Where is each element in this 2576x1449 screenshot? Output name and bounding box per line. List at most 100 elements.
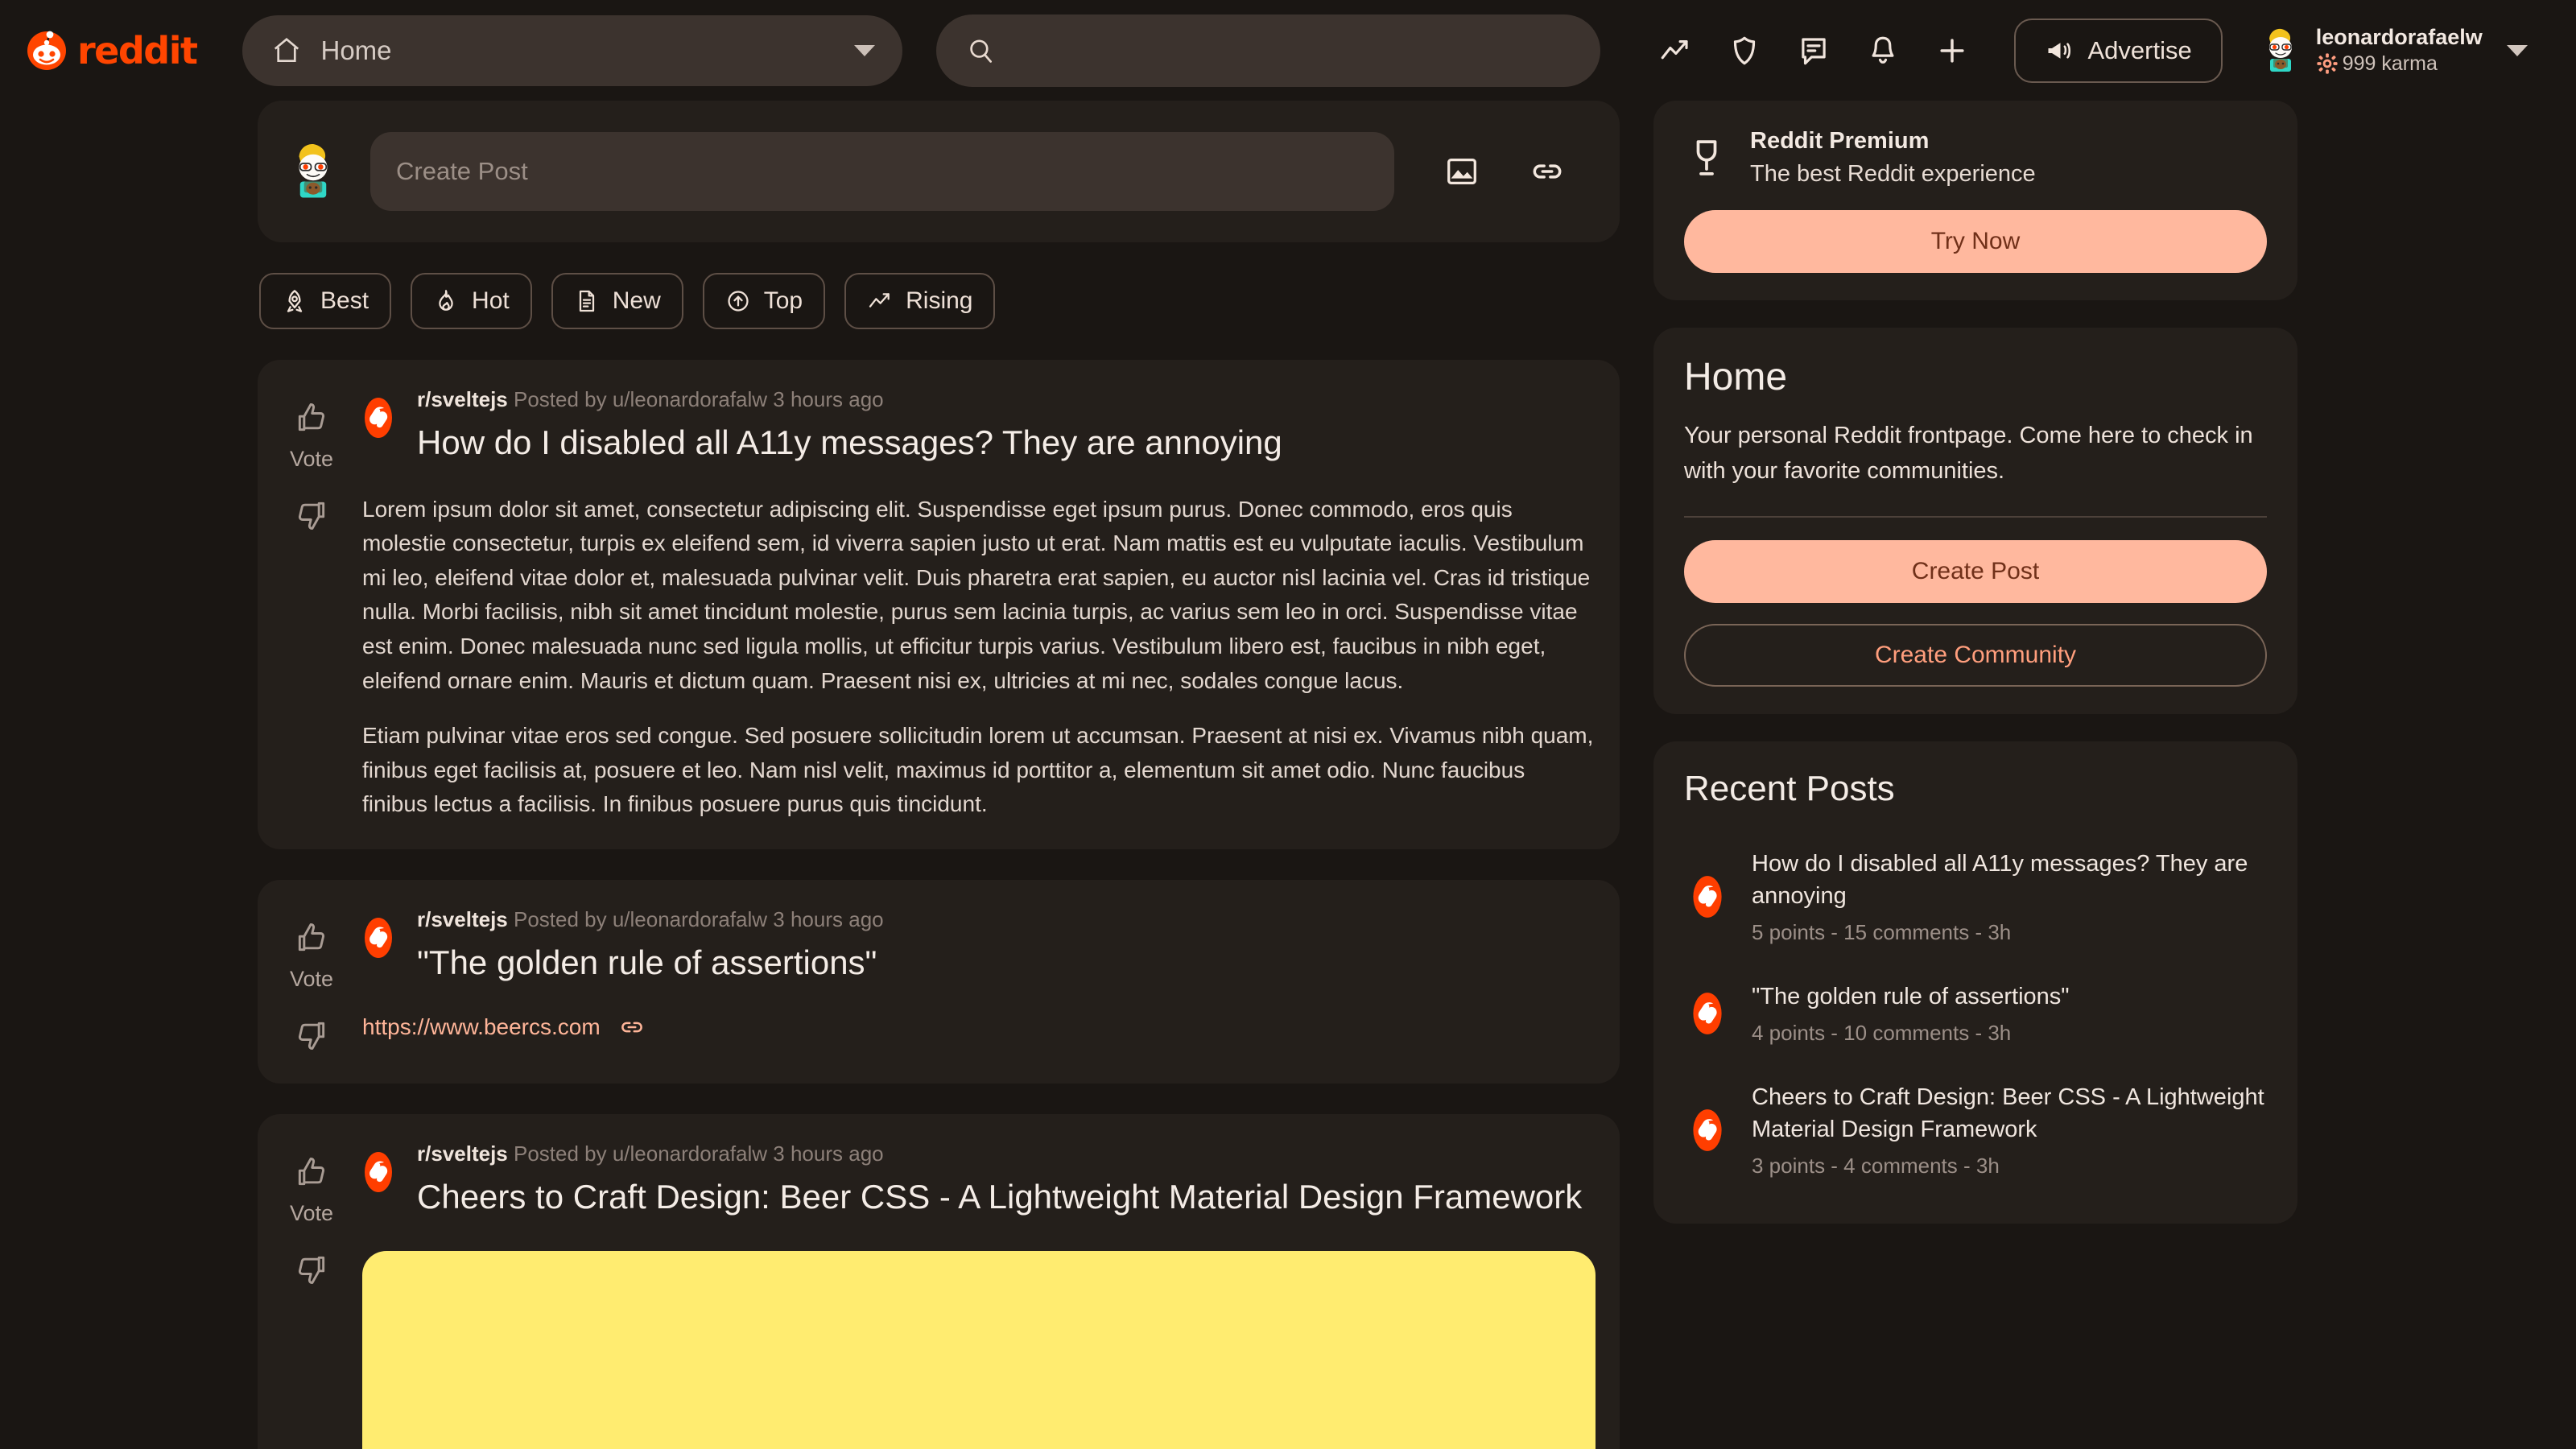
arrow-up-circle-icon: [728, 291, 749, 312]
reddit-logo[interactable]: reddit: [24, 28, 198, 73]
filter-rising[interactable]: Rising: [844, 273, 996, 329]
search-bar[interactable]: [935, 14, 1600, 87]
upvote-button[interactable]: [291, 917, 332, 959]
post-author-time: Posted by u/leonardorafalw 3 hours ago: [513, 387, 884, 411]
username: leonardorafaelw: [2315, 24, 2483, 49]
avatar: [2268, 28, 2292, 72]
megaphone-icon: [2048, 42, 2070, 59]
filter-top[interactable]: Top: [702, 273, 826, 329]
chevron-down-icon: [2506, 44, 2528, 56]
karma-badge: 999 karma: [2316, 52, 2483, 75]
post-meta: r/sveltejs Posted by u/leonardorafalw 3 …: [417, 1141, 1596, 1166]
home-card-description: Your personal Reddit frontpage. Come her…: [1684, 423, 2253, 484]
feed-sort-filters: Best Hot New Top Rising: [258, 273, 1620, 329]
svelte-community-icon: [365, 1151, 392, 1192]
post-body: r/sveltejs Posted by u/leonardorafalw 3 …: [343, 387, 1596, 822]
vote-column: Vote: [280, 907, 343, 1056]
upvote-button[interactable]: [291, 397, 332, 439]
list-item[interactable]: How do I disabled all A11y messages? The…: [1684, 830, 2267, 963]
link-icon: [621, 1022, 642, 1033]
filter-new[interactable]: New: [551, 273, 683, 329]
chat-icon[interactable]: [1779, 16, 1848, 85]
recent-posts-title: Recent Posts: [1684, 769, 1895, 808]
vote-column: Vote: [280, 1141, 343, 1449]
user-menu[interactable]: leonardorafaelw 999 karma: [2250, 21, 2536, 80]
home-dropdown[interactable]: Home: [242, 14, 902, 86]
svelte-community-icon: [1693, 875, 1722, 918]
svelte-community-icon: [365, 398, 392, 438]
post-title[interactable]: Cheers to Craft Design: Beer CSS - A Lig…: [417, 1175, 1596, 1220]
filter-hot[interactable]: Hot: [411, 273, 532, 329]
feed-column: Best Hot New Top: [258, 101, 1620, 1449]
trending-icon[interactable]: [1641, 16, 1710, 85]
post-external-link[interactable]: https://www.beercs.com: [362, 1014, 601, 1040]
filter-best[interactable]: Best: [259, 273, 392, 329]
recent-post-meta: 3 points - 4 comments - 3h: [1752, 1154, 2000, 1179]
search-icon: [969, 39, 992, 63]
advertise-button[interactable]: Advertise: [2013, 18, 2223, 83]
post-text: Lorem ipsum dolor sit amet, consectetur …: [356, 493, 1596, 822]
home-dropdown-label: Home: [320, 35, 392, 65]
list-item[interactable]: "The golden rule of assertions" 4 points…: [1684, 963, 2267, 1063]
downvote-button[interactable]: [291, 1014, 332, 1056]
subreddit-name[interactable]: r/sveltejs: [417, 387, 508, 411]
create-community-button[interactable]: Create Community: [1684, 624, 2267, 687]
plus-icon[interactable]: [1918, 16, 1987, 85]
post-meta: r/sveltejs Posted by u/leonardorafalw 3 …: [417, 907, 1596, 932]
bell-icon[interactable]: [1848, 16, 1918, 85]
post-title[interactable]: "The golden rule of assertions": [417, 941, 1596, 985]
subreddit-name[interactable]: r/sveltejs: [417, 907, 508, 931]
recent-post-title: Cheers to Craft Design: Beer CSS - A Lig…: [1752, 1084, 2264, 1143]
post-card[interactable]: Vote r/sveltejs Posted by u/leonardorafa…: [258, 1113, 1620, 1449]
upvote-button[interactable]: [291, 1151, 332, 1193]
list-item[interactable]: Cheers to Craft Design: Beer CSS - A Lig…: [1684, 1063, 2267, 1196]
post-title[interactable]: How do I disabled all A11y messages? The…: [417, 421, 1596, 465]
flame-icon: [439, 290, 453, 311]
search-input[interactable]: [1011, 35, 1571, 65]
header-icon-group: [1641, 16, 1987, 85]
page-content: Best Hot New Top: [0, 101, 2576, 1449]
downvote-button[interactable]: [291, 1249, 332, 1290]
vote-label: Vote: [289, 966, 334, 991]
svelte-community-icon: [365, 917, 392, 958]
gear-icon: [2317, 53, 2338, 74]
filter-rising-label: Rising: [906, 287, 973, 314]
create-post-button[interactable]: Create Post: [1684, 540, 2267, 603]
premium-subtitle: The best Reddit experience: [1750, 161, 2036, 187]
vote-label: Vote: [289, 1200, 334, 1225]
home-card-title: Home: [1684, 356, 1788, 398]
advertise-label: Advertise: [2087, 35, 2192, 64]
rocket-icon: [287, 290, 303, 312]
document-icon: [579, 290, 594, 312]
top-navigation-bar: reddit Home Advertise leonardorafaelw 99…: [0, 0, 2576, 101]
recent-post-meta: 4 points - 10 comments - 3h: [1752, 1021, 2012, 1046]
post-author-time: Posted by u/leonardorafalw 3 hours ago: [513, 906, 884, 931]
post-paragraph: Etiam pulvinar vitae eros sed congue. Se…: [362, 723, 1594, 817]
subreddit-name[interactable]: r/sveltejs: [417, 1141, 508, 1166]
avatar: [299, 144, 328, 198]
trending-up-icon: [869, 293, 890, 308]
svelte-community-icon: [1693, 1108, 1722, 1151]
post-image[interactable]: [362, 1251, 1596, 1449]
divider: [1684, 516, 2267, 518]
premium-title: Reddit Premium: [1750, 128, 1930, 154]
link-icon[interactable]: [1510, 134, 1584, 208]
reddit-wordmark: reddit: [77, 28, 198, 72]
premium-card: Reddit Premium The best Reddit experienc…: [1653, 101, 2297, 300]
post-author-time: Posted by u/leonardorafalw 3 hours ago: [513, 1141, 884, 1166]
create-post-input[interactable]: [370, 132, 1394, 211]
filter-hot-label: Hot: [472, 287, 510, 314]
filter-best-label: Best: [320, 287, 369, 314]
downvote-button[interactable]: [291, 494, 332, 536]
try-now-button[interactable]: Try Now: [1684, 210, 2267, 273]
post-card[interactable]: Vote r/sveltejs Posted by u/leonardorafa…: [258, 879, 1620, 1084]
create-post-composer: [258, 101, 1620, 242]
image-icon[interactable]: [1425, 134, 1499, 208]
post-body: r/sveltejs Posted by u/leonardorafalw 3 …: [343, 1141, 1596, 1449]
vote-column: Vote: [280, 387, 343, 822]
filter-new-label: New: [612, 287, 661, 314]
post-link-row: https://www.beercs.com: [356, 1013, 1596, 1041]
shield-icon[interactable]: [1710, 16, 1779, 85]
home-icon: [274, 37, 299, 62]
post-card[interactable]: Vote r/sveltejs Posted by u/leonardorafa…: [258, 360, 1620, 849]
